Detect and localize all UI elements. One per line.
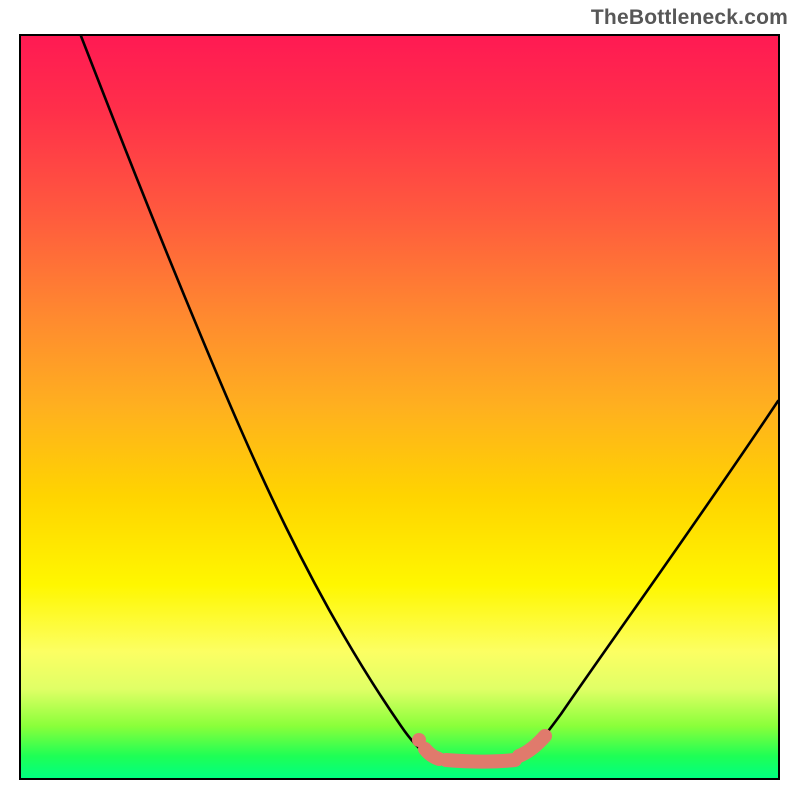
plot-area bbox=[19, 34, 780, 780]
bottleneck-curve bbox=[21, 36, 778, 778]
curve-path bbox=[81, 36, 778, 758]
highlight-right bbox=[519, 736, 545, 756]
highlight-dot bbox=[412, 733, 426, 747]
highlight-left bbox=[425, 749, 439, 759]
watermark-text: TheBottleneck.com bbox=[591, 6, 788, 30]
chart-frame: TheBottleneck.com bbox=[0, 0, 800, 800]
highlight-bottom bbox=[446, 760, 515, 762]
